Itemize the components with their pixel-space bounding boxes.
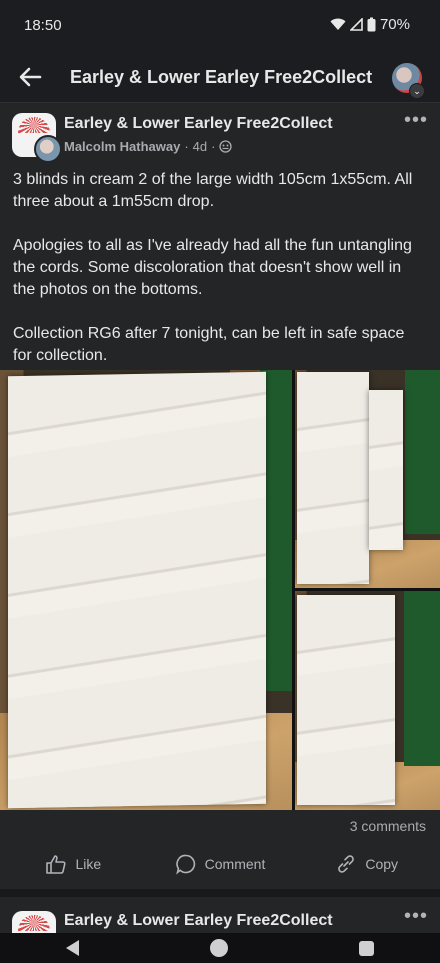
nav-recents-icon[interactable] (359, 940, 375, 956)
post-card: Earley & Lower Earley Free2Collect Malco… (0, 103, 440, 889)
page-title: Earley & Lower Earley Free2Collect (70, 67, 373, 87)
thumbs-up-icon (46, 855, 67, 874)
post-header: Earley & Lower Earley Free2Collect Malco… (0, 103, 440, 163)
nav-home-icon[interactable] (209, 939, 228, 957)
post-age: 4d (192, 139, 208, 154)
wifi-icon (330, 18, 346, 30)
nav-back-icon[interactable] (65, 940, 79, 956)
comment-bubble-icon (175, 854, 195, 875)
comment-button[interactable]: Comment (147, 841, 294, 887)
post-body: 3 blinds in cream 2 of the large width 1… (0, 163, 440, 367)
photo-bottom-right[interactable] (295, 591, 440, 810)
system-nav-bar (0, 933, 440, 963)
copy-button[interactable]: Copy (293, 841, 440, 887)
more-options-icon[interactable]: ••• (404, 906, 428, 926)
group-avatar[interactable] (12, 911, 56, 933)
separator-dot: · (184, 139, 189, 154)
comments-count[interactable]: 3 comments (350, 818, 426, 834)
comment-label: Comment (204, 856, 266, 872)
battery-percent: 70% (379, 16, 410, 33)
photo-main[interactable] (0, 370, 292, 810)
status-icons: 70% (330, 16, 410, 33)
post-actions: Like Comment Copy (0, 841, 440, 887)
photo-grid (0, 370, 440, 810)
like-label: Like (75, 856, 102, 872)
group-audience-icon (219, 140, 233, 153)
status-time: 18:50 (24, 17, 62, 34)
app-bar: Earley & Lower Earley Free2Collect ⌄ (0, 52, 440, 103)
more-options-icon[interactable]: ••• (404, 110, 428, 130)
author-avatar[interactable] (34, 135, 62, 163)
post-paragraph: Apologies to all as I've already had all… (13, 237, 412, 298)
status-bar: 18:50 70% (0, 0, 440, 52)
back-arrow-icon[interactable] (16, 64, 44, 90)
next-post-card: Earley & Lower Earley Free2Collect ••• (0, 897, 440, 933)
chevron-down-icon[interactable]: ⌄ (409, 83, 425, 99)
post-paragraph: Collection RG6 after 7 tonight, can be l… (13, 325, 405, 364)
battery-icon (367, 17, 376, 32)
like-button[interactable]: Like (0, 841, 147, 887)
post-group-name[interactable]: Earley & Lower Earley Free2Collect (64, 912, 333, 930)
post-author[interactable]: Malcolm Hathaway (64, 139, 180, 154)
separator-dot: · (211, 139, 216, 154)
signal-icon (349, 18, 363, 31)
feed-divider (0, 889, 440, 897)
post-meta: Malcolm Hathaway · 4d · (64, 139, 233, 154)
link-icon (338, 855, 355, 873)
post-group-name[interactable]: Earley & Lower Earley Free2Collect (64, 115, 333, 133)
post-paragraph: 3 blinds in cream 2 of the large width 1… (13, 171, 413, 210)
copy-label: Copy (365, 856, 399, 872)
photo-top-right[interactable] (295, 370, 440, 588)
